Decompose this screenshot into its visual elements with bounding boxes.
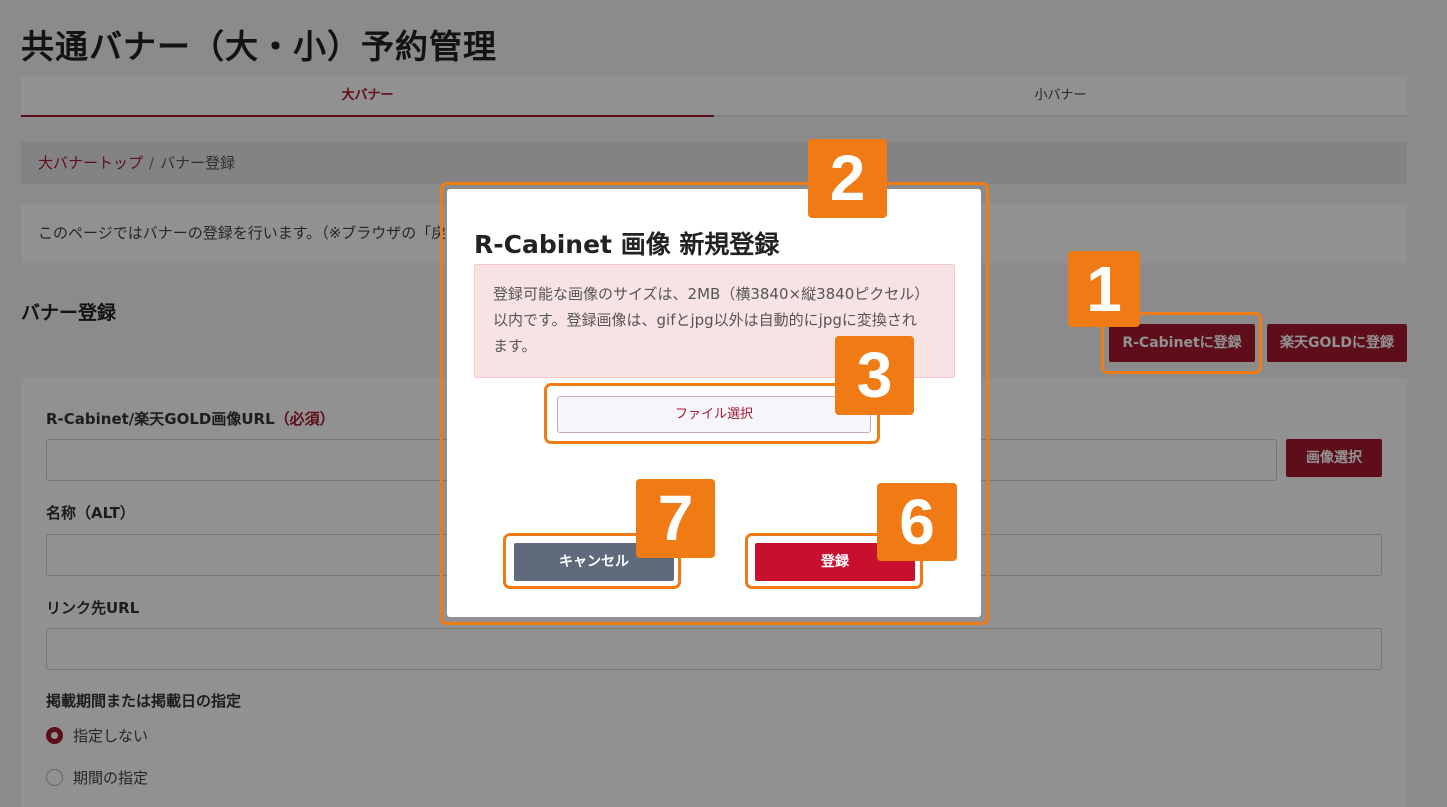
step-badge-6: 6 — [877, 483, 957, 561]
highlight-frame-3 — [544, 383, 880, 444]
step-badge-7: 7 — [636, 479, 715, 558]
step-badge-1: 1 — [1068, 251, 1140, 327]
step-badge-2: 2 — [808, 139, 887, 218]
step-badge-3: 3 — [835, 336, 914, 415]
